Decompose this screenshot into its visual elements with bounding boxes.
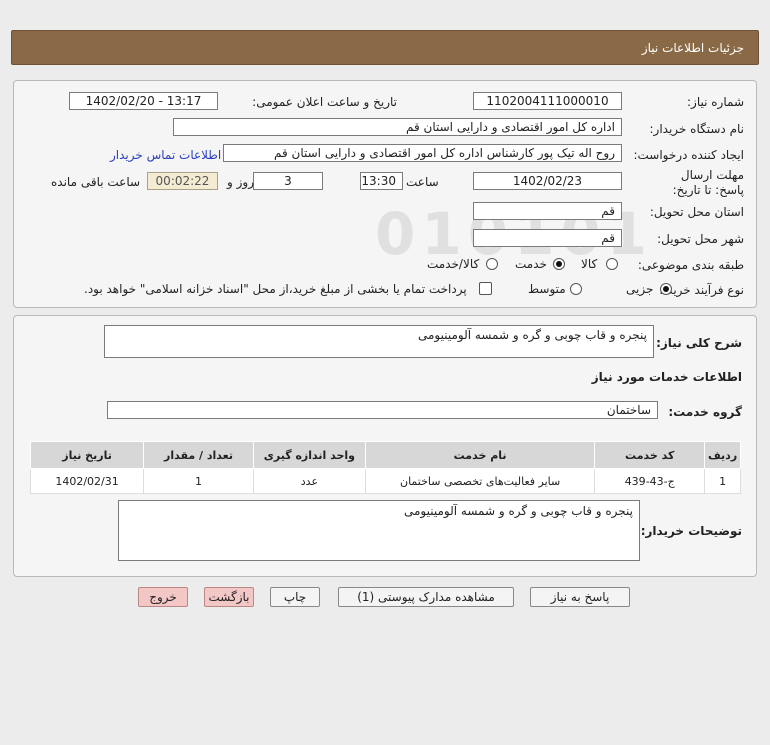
need-number-label: شماره نیاز: [687, 95, 744, 109]
process-option-minor: جزیی [626, 282, 654, 296]
time-label: ساعت [406, 175, 439, 189]
creator-field: روح اله تیک پور کارشناس اداره کل امور اق… [223, 144, 622, 162]
services-table-header: ردیف کد خدمت نام خدمت واحد اندازه گیری ت… [29, 441, 741, 469]
city-label: شهر محل تحویل: [657, 232, 744, 246]
summary-field: پنجره و قاب چوبی و گره و شمسه آلومینیومی [104, 325, 654, 358]
remaining-timer: 00:02:22 [147, 172, 218, 190]
category-label: طبقه بندی موضوعی: [637, 258, 744, 272]
city-field: قم [473, 229, 622, 247]
creator-label: ایجاد کننده درخواست: [633, 148, 744, 162]
treasury-note: پرداخت تمام یا بخشی از مبلغ خرید،از محل … [84, 282, 467, 296]
cell-unit: عدد [252, 468, 366, 494]
remaining-label: ساعت باقی مانده [51, 175, 141, 189]
buyer-contact-link[interactable]: اطلاعات تماس خریدار [110, 148, 221, 162]
service-group-field: ساختمان [107, 401, 658, 419]
category-option-goods: کالا [581, 257, 598, 271]
treasury-checkbox[interactable] [479, 282, 492, 295]
province-field: قم [473, 202, 622, 220]
col-row-number: ردیف [704, 441, 741, 469]
process-option-medium: متوسط [528, 282, 566, 296]
need-number-field: 1102004111000010 [473, 92, 622, 110]
back-button[interactable]: بازگشت [204, 587, 254, 607]
deadline-label: مهلت ارسال پاسخ: تا تاریخ: [672, 168, 744, 197]
buyer-notes-label: توضیحات خریدار: [640, 524, 742, 538]
print-button[interactable]: چاپ [270, 587, 320, 607]
view-documents-button[interactable]: مشاهده مدارک پیوستی (1) [338, 587, 514, 607]
col-unit: واحد اندازه گیری [252, 441, 366, 469]
buyer-org-field: اداره کل امور اقتصادی و دارایی استان قم [173, 118, 622, 136]
services-heading: اطلاعات خدمات مورد نیاز [591, 370, 742, 384]
col-need-date: تاریخ نیاز [29, 441, 145, 469]
category-radio-service[interactable] [553, 258, 565, 270]
category-option-service: خدمت [515, 257, 547, 271]
col-service-name: نام خدمت [364, 441, 596, 469]
announce-label: تاریخ و ساعت اعلان عمومی: [252, 95, 397, 109]
service-group-label: گروه خدمت: [668, 405, 742, 419]
days-field: 3 [253, 172, 323, 190]
services-table: ردیف کد خدمت نام خدمت واحد اندازه گیری ت… [29, 441, 741, 494]
category-radio-goods[interactable] [606, 258, 618, 270]
deadline-date-field: 1402/02/23 [473, 172, 622, 190]
cell-row-number: 1 [704, 468, 741, 494]
province-label: استان محل تحویل: [649, 205, 744, 219]
exit-button[interactable]: خروج [138, 587, 188, 607]
need-info-panel [13, 80, 757, 308]
reply-button[interactable]: پاسخ به نیاز [530, 587, 630, 607]
announce-field: 1402/02/20 - 13:17 [69, 92, 218, 110]
cell-service-name: سایر فعالیت‌های تخصصی ساختمان [364, 468, 596, 494]
page-header: جزئیات اطلاعات نیاز [11, 30, 759, 65]
process-radio-minor[interactable] [660, 283, 672, 295]
table-row: 1 ج-43-439 سایر فعالیت‌های تخصصی ساختمان… [29, 468, 741, 494]
col-service-code: کد خدمت [594, 441, 706, 469]
deadline-time-field: 13:30 [360, 172, 403, 190]
process-radio-medium[interactable] [570, 283, 582, 295]
page-title: جزئیات اطلاعات نیاز [641, 41, 744, 55]
cell-service-code: ج-43-439 [594, 468, 706, 494]
summary-label: شرح کلی نیاز: [656, 336, 742, 350]
cell-quantity: 1 [143, 468, 254, 494]
buyer-org-label: نام دستگاه خریدار: [649, 122, 745, 136]
cell-need-date: 1402/02/31 [29, 468, 145, 494]
category-option-goods-service: کالا/خدمت [427, 257, 480, 271]
days-label: روز و [227, 175, 254, 189]
buyer-notes-field: پنجره و قاب چوبی و گره و شمسه آلومینیومی [118, 500, 640, 561]
category-radio-goods-service[interactable] [486, 258, 498, 270]
col-quantity: تعداد / مقدار [143, 441, 254, 469]
